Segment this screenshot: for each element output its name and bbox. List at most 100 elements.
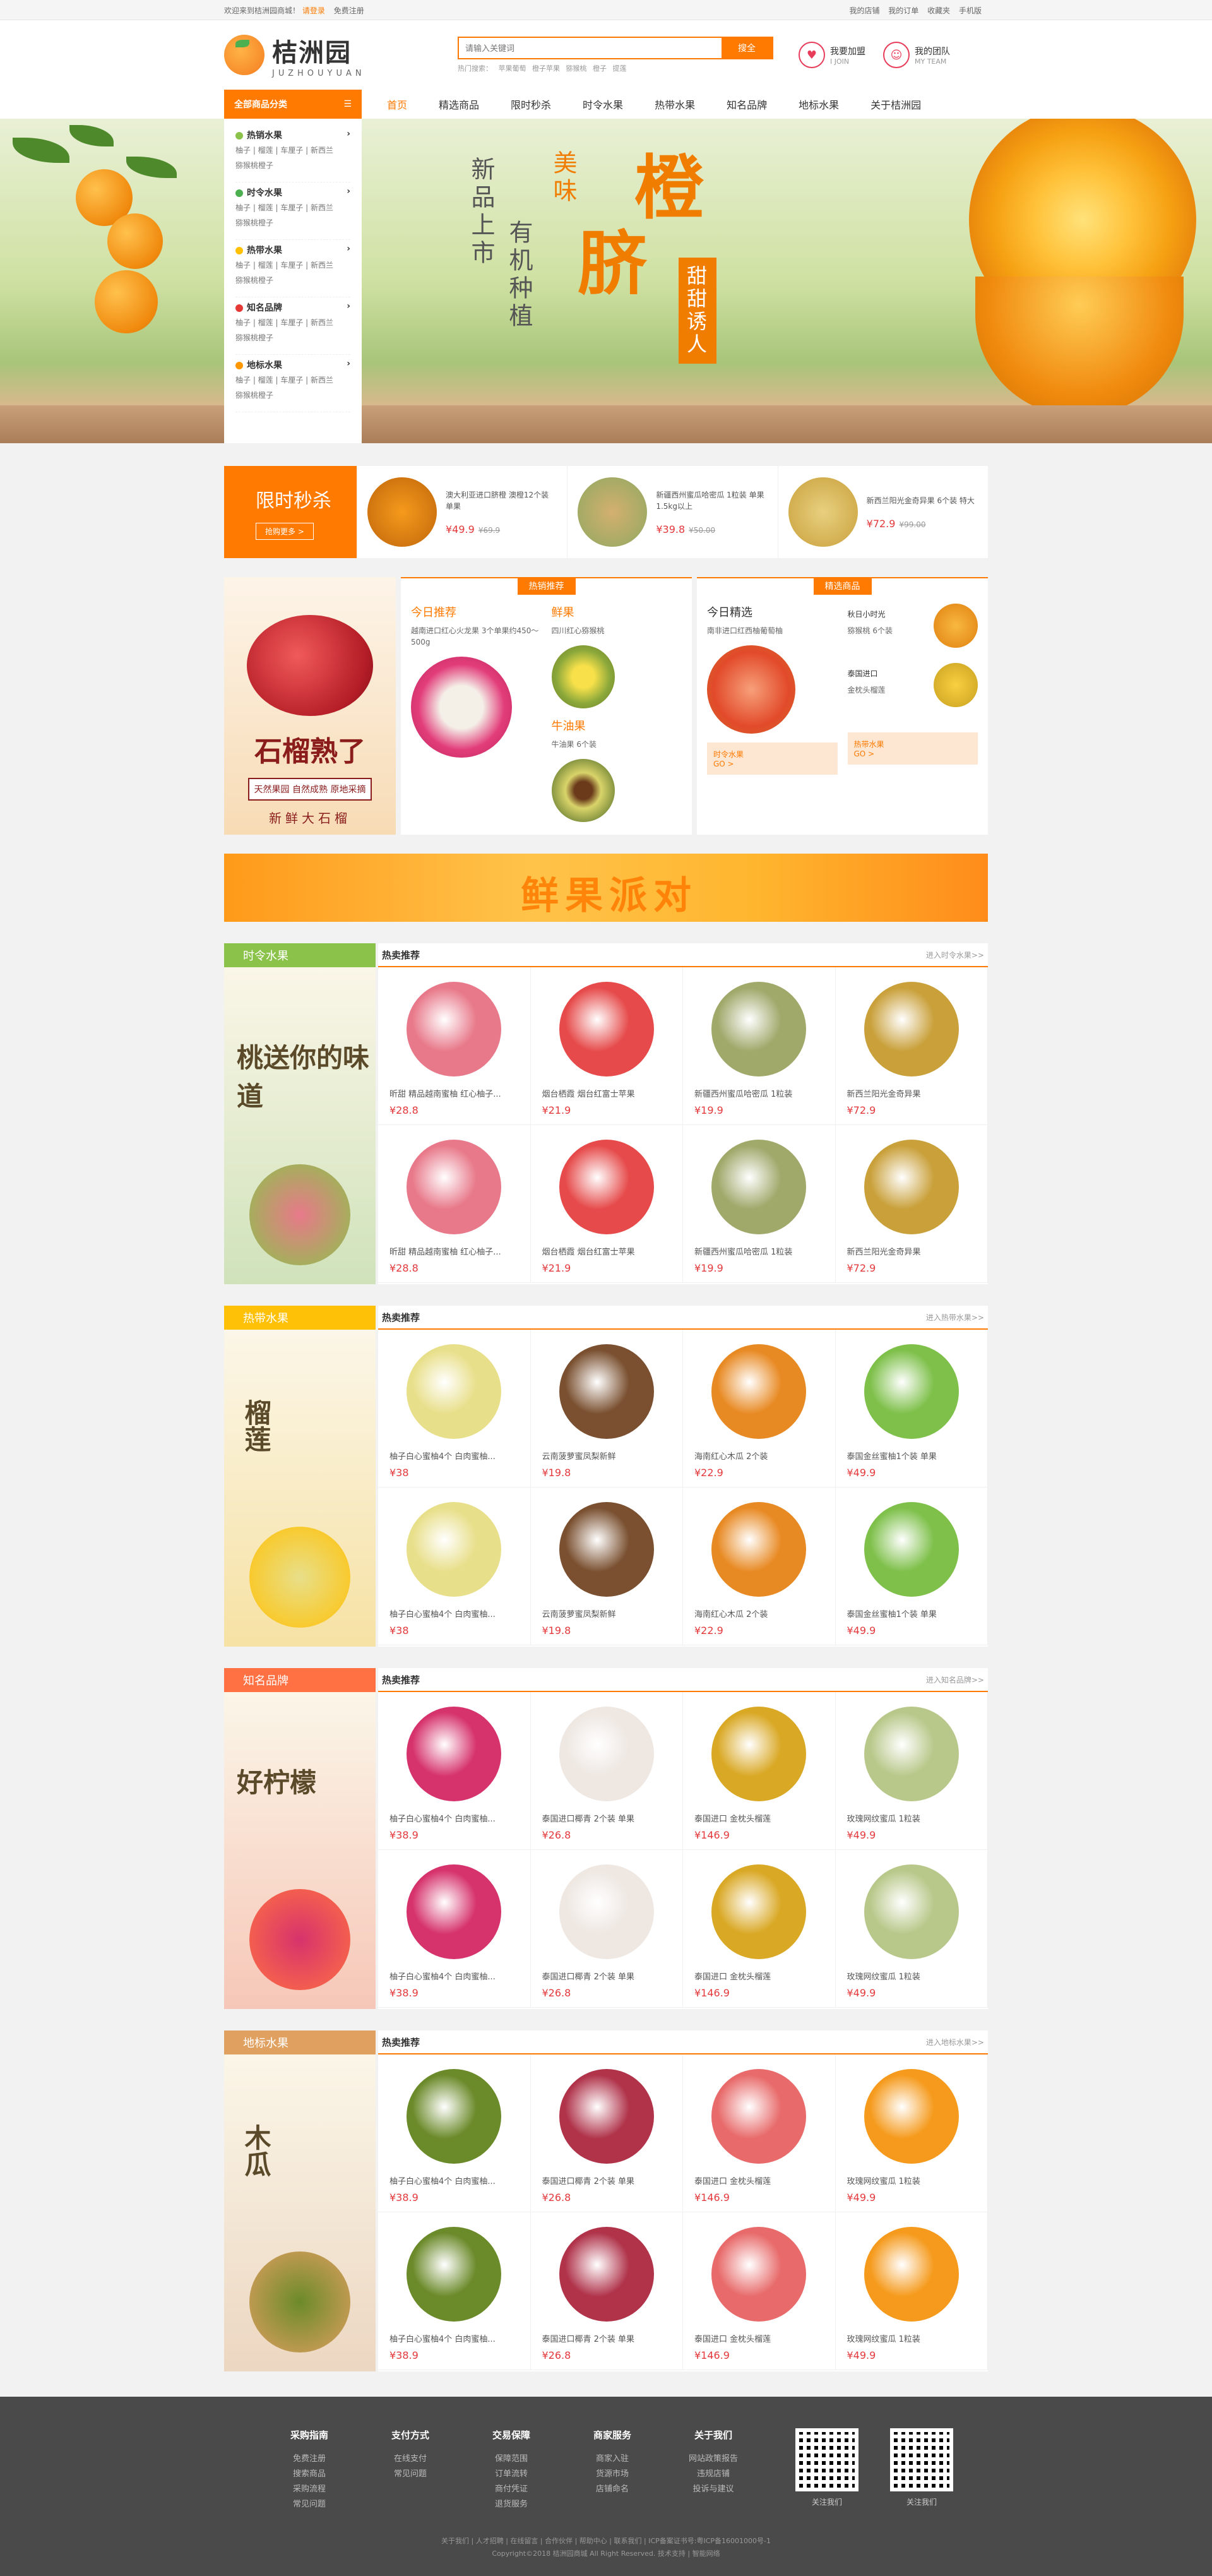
login-link[interactable]: 请登录	[302, 6, 325, 15]
product-card[interactable]: 泰国进口 金枕头榴莲 ¥146.9	[683, 2054, 836, 2212]
floor-banner[interactable]: 知名品牌 好柠檬	[224, 1668, 376, 2009]
floor-banner[interactable]: 地标水果 木瓜	[224, 2030, 376, 2371]
footer-link[interactable]: 店铺命名	[562, 2482, 663, 2497]
product-card[interactable]: 云南菠萝蜜凤梨新鲜 ¥19.8	[530, 1488, 683, 1645]
nav-tropical[interactable]: 热带水果	[655, 97, 695, 112]
hot-term[interactable]: 苹果葡萄	[499, 64, 526, 73]
product-card[interactable]: 玫瑰网纹蜜瓜 1粒装 ¥49.9	[835, 2212, 988, 2370]
today-pick[interactable]: 今日精选 南非进口红西柚葡萄柚 时令水果 GO >	[707, 604, 838, 825]
product-card[interactable]: 柚子白心蜜柚4个 白肉蜜柚... ¥38.9	[378, 2212, 531, 2370]
product-card[interactable]: 泰国进口 金枕头榴莲 ¥146.9	[683, 1850, 836, 2008]
product-card[interactable]: 新西兰阳光金奇异果 ¥72.9	[835, 967, 988, 1125]
product-card[interactable]: 新西兰阳光金奇异果 ¥72.9	[835, 1125, 988, 1283]
footer-link[interactable]: 常见问题	[259, 2497, 360, 2512]
category-item[interactable]: 地标水果 › 柚子 | 榴莲 | 车厘子 | 新西兰 猕猴桃橙子	[235, 355, 350, 412]
nav-about[interactable]: 关于桔洲园	[870, 97, 921, 112]
today-recommend[interactable]: 今日推荐 越南进口红心火龙果 3个单果约450～500g	[411, 604, 542, 825]
nav-selected[interactable]: 精选商品	[439, 97, 479, 112]
rec-item[interactable]: 泰国进口 金枕头榴莲	[848, 663, 978, 707]
footer-link[interactable]: 商家入驻	[562, 2452, 663, 2467]
footer-link[interactable]: 商付凭证	[461, 2482, 562, 2497]
footer-link[interactable]: 订单流转	[461, 2467, 562, 2482]
flash-item[interactable]: 澳大利亚进口脐橙 澳橙12个装 单果 ¥49.9 ¥69.9	[357, 466, 567, 558]
mobile-link[interactable]: 手机版	[959, 6, 982, 15]
product-card[interactable]: 海南红心木瓜 2个装 ¥22.9	[683, 1330, 836, 1488]
floor-more-link[interactable]: 进入知名品牌>>	[926, 1674, 984, 1685]
hot-term[interactable]: 提莲	[613, 64, 627, 73]
go-seasonal-button[interactable]: 时令水果 GO >	[707, 742, 838, 775]
nav-landmark[interactable]: 地标水果	[799, 97, 839, 112]
footer-link[interactable]: 投诉与建议	[663, 2482, 764, 2497]
footer-link[interactable]: 在线支付	[360, 2452, 461, 2467]
category-item[interactable]: 热带水果 › 柚子 | 榴莲 | 车厘子 | 新西兰 猕猴桃橙子	[235, 240, 350, 297]
footer-link[interactable]: 货源市场	[562, 2467, 663, 2482]
product-card[interactable]: 泰国进口椰青 2个装 单果 ¥26.8	[530, 1692, 683, 1850]
nav-seasonal[interactable]: 时令水果	[583, 97, 623, 112]
product-card[interactable]: 泰国金丝蜜柚1个装 单果 ¥49.9	[835, 1488, 988, 1645]
rec-item[interactable]: 秋日小时光 猕猴桃 6个装	[848, 604, 978, 648]
promo-banner[interactable]: 鲜果派对	[224, 854, 988, 922]
footer-link[interactable]: 网站政策报告	[663, 2452, 764, 2467]
floor-more-link[interactable]: 进入时令水果>>	[926, 950, 984, 960]
product-card[interactable]: 泰国进口椰青 2个装 单果 ¥26.8	[530, 2212, 683, 2370]
go-tropical-button[interactable]: 热带水果 GO >	[847, 732, 978, 765]
team-link[interactable]: ☺ 我的团队 MY TEAM	[883, 42, 950, 68]
product-card[interactable]: 泰国进口 金枕头榴莲 ¥146.9	[683, 1692, 836, 1850]
footer-link[interactable]: 采购流程	[259, 2482, 360, 2497]
product-card[interactable]: 云南菠萝蜜凤梨新鲜 ¥19.8	[530, 1330, 683, 1488]
rec-item[interactable]: 牛油果 牛油果 6个装	[551, 717, 682, 822]
product-card[interactable]: 海南红心木瓜 2个装 ¥22.9	[683, 1488, 836, 1645]
flash-item[interactable]: 新西兰阳光金奇异果 6个装 特大 ¥72.9 ¥99.00	[777, 466, 988, 558]
category-item[interactable]: 时令水果 › 柚子 | 榴莲 | 车厘子 | 新西兰 猕猴桃橙子	[235, 182, 350, 240]
category-item[interactable]: 热销水果 › 柚子 | 榴莲 | 车厘子 | 新西兰 猕猴桃橙子	[235, 125, 350, 182]
pomegranate-ad[interactable]: 石榴熟了 天然果园 自然成熟 原地采摘 新鲜大石榴	[224, 577, 396, 835]
product-card[interactable]: 泰国进口椰青 2个装 单果 ¥26.8	[530, 2054, 683, 2212]
flash-item[interactable]: 新疆西州蜜瓜哈密瓜 1粒装 单果1.5kg以上 ¥39.8 ¥50.00	[567, 466, 777, 558]
category-item[interactable]: 知名品牌 › 柚子 | 榴莲 | 车厘子 | 新西兰 猕猴桃橙子	[235, 297, 350, 355]
product-card[interactable]: 柚子白心蜜柚4个 白肉蜜柚... ¥38.9	[378, 1692, 531, 1850]
footer-link[interactable]: 保障范围	[461, 2452, 562, 2467]
product-card[interactable]: 新疆西州蜜瓜哈密瓜 1粒装 ¥19.9	[683, 967, 836, 1125]
product-card[interactable]: 烟台栖霞 烟台红富士苹果 ¥21.9	[530, 967, 683, 1125]
nav-flash-sale[interactable]: 限时秒杀	[511, 97, 551, 112]
product-card[interactable]: 昕甜 精品越南蜜柚 红心柚子... ¥28.8	[378, 967, 531, 1125]
product-card[interactable]: 烟台栖霞 烟台红富士苹果 ¥21.9	[530, 1125, 683, 1283]
nav-brands[interactable]: 知名品牌	[727, 97, 767, 112]
product-card[interactable]: 玫瑰网纹蜜瓜 1粒装 ¥49.9	[835, 1850, 988, 2008]
footer-link[interactable]: 退货服务	[461, 2497, 562, 2512]
footer-link[interactable]: 免费注册	[259, 2452, 360, 2467]
search-input[interactable]	[459, 38, 722, 58]
my-store-link[interactable]: 我的店铺	[849, 6, 879, 15]
product-card[interactable]: 柚子白心蜜柚4个 白肉蜜柚... ¥38	[378, 1488, 531, 1645]
footer-link[interactable]: 违规店铺	[663, 2467, 764, 2482]
flash-sale-more-button[interactable]: 抢购更多 >	[256, 523, 314, 540]
product-card[interactable]: 泰国进口 金枕头榴莲 ¥146.9	[683, 2212, 836, 2370]
product-card[interactable]: 泰国进口椰青 2个装 单果 ¥26.8	[530, 1850, 683, 2008]
all-categories-button[interactable]: 全部商品分类 ☰	[224, 90, 362, 119]
floor-banner[interactable]: 时令水果 桃送你的味道	[224, 943, 376, 1284]
join-link[interactable]: ♥ 我要加盟 I JOIN	[799, 42, 865, 68]
search-button[interactable]: 搜全	[722, 38, 772, 58]
hot-term[interactable]: 猕猴桃	[566, 64, 587, 73]
nav-home[interactable]: 首页	[387, 97, 407, 112]
product-card[interactable]: 柚子白心蜜柚4个 白肉蜜柚... ¥38.9	[378, 1850, 531, 2008]
floor-more-link[interactable]: 进入热带水果>>	[926, 1312, 984, 1323]
product-card[interactable]: 玫瑰网纹蜜瓜 1粒装 ¥49.9	[835, 1692, 988, 1850]
my-orders-link[interactable]: 我的订单	[888, 6, 918, 15]
hot-term[interactable]: 橙子	[593, 64, 607, 73]
footer-link[interactable]: 搜索商品	[259, 2467, 360, 2482]
hot-term[interactable]: 橙子苹果	[532, 64, 560, 73]
favorites-link[interactable]: 收藏夹	[927, 6, 950, 15]
logo[interactable]: 桔洲园 JUZHOUYUAN	[224, 32, 458, 78]
floor-banner[interactable]: 热带水果 榴莲	[224, 1306, 376, 1647]
product-card[interactable]: 玫瑰网纹蜜瓜 1粒装 ¥49.9	[835, 2054, 988, 2212]
register-link[interactable]: 免费注册	[334, 6, 364, 15]
product-card[interactable]: 泰国金丝蜜柚1个装 单果 ¥49.9	[835, 1330, 988, 1488]
footer-link[interactable]: 常见问题	[360, 2467, 461, 2482]
product-card[interactable]: 柚子白心蜜柚4个 白肉蜜柚... ¥38.9	[378, 2054, 531, 2212]
product-card[interactable]: 柚子白心蜜柚4个 白肉蜜柚... ¥38	[378, 1330, 531, 1488]
rec-item[interactable]: 鲜果 四川红心猕猴桃	[551, 604, 682, 708]
product-card[interactable]: 昕甜 精品越南蜜柚 红心柚子... ¥28.8	[378, 1125, 531, 1283]
floor-more-link[interactable]: 进入地标水果>>	[926, 2037, 984, 2048]
product-card[interactable]: 新疆西州蜜瓜哈密瓜 1粒装 ¥19.9	[683, 1125, 836, 1283]
